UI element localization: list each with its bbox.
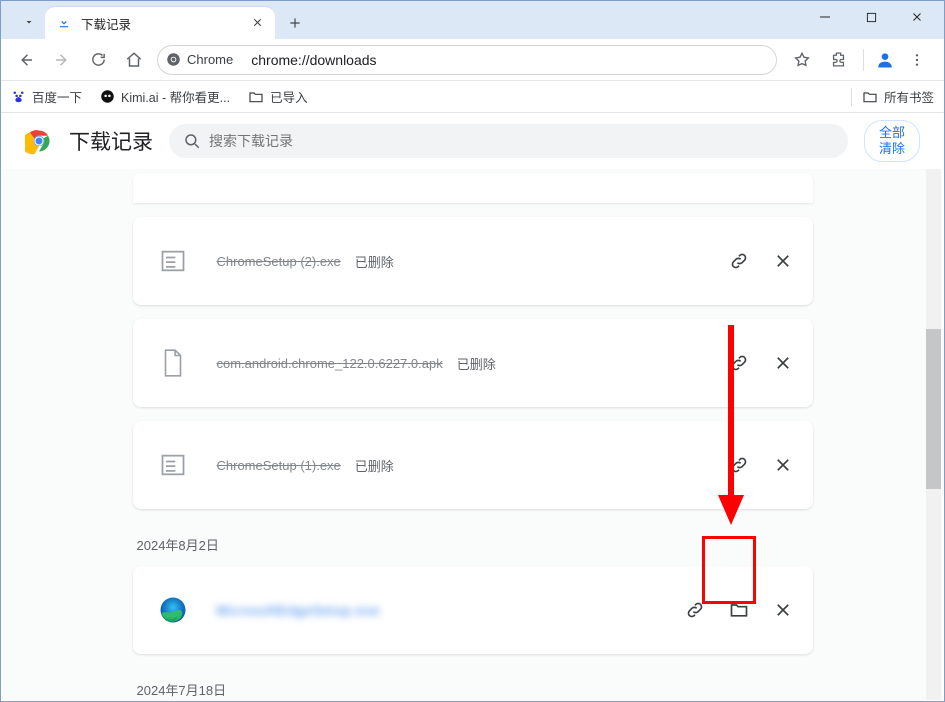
copy-link-button[interactable] xyxy=(721,345,757,381)
generic-file-icon xyxy=(157,245,189,277)
page-header: 下载记录 全部 清除 xyxy=(1,113,944,169)
download-filename[interactable]: MicrosoftEdgeSetup.exe xyxy=(217,603,381,618)
chrome-icon xyxy=(166,52,181,67)
reload-button[interactable] xyxy=(81,43,115,77)
remove-button[interactable] xyxy=(765,447,801,483)
titlebar: 下载记录 xyxy=(1,1,944,39)
download-filename: ChromeSetup (2).exe xyxy=(217,254,341,269)
folder-icon xyxy=(248,89,264,105)
remove-button[interactable] xyxy=(765,345,801,381)
maximize-button[interactable] xyxy=(848,1,894,33)
download-status: 已删除 xyxy=(457,354,496,373)
content: ChromeSetup (2).exe 已删除 com.android.chro… xyxy=(2,169,943,700)
date-header: 2024年7月18日 xyxy=(137,680,813,699)
download-card: ChromeSetup (2).exe 已删除 xyxy=(133,217,813,305)
bookmark-star-button[interactable] xyxy=(785,43,819,77)
minimize-button[interactable] xyxy=(802,1,848,33)
kimi-icon xyxy=(100,89,115,104)
download-filename: com.android.chrome_122.0.6227.0.apk xyxy=(217,356,443,371)
tab-title: 下载记录 xyxy=(81,14,250,33)
download-status: 已删除 xyxy=(355,252,394,271)
bookmark-kimi[interactable]: Kimi.ai - 帮你看更... xyxy=(100,87,230,106)
profile-avatar[interactable] xyxy=(872,47,898,73)
generic-file-icon xyxy=(157,449,189,481)
date-header: 2024年8月2日 xyxy=(137,535,813,554)
tab-search-dropdown[interactable] xyxy=(13,9,45,35)
clear-all-button[interactable]: 全部 清除 xyxy=(864,120,920,163)
divider xyxy=(851,88,852,106)
download-filename: ChromeSetup (1).exe xyxy=(217,458,341,473)
show-in-folder-button[interactable] xyxy=(721,592,757,628)
back-button[interactable] xyxy=(9,43,43,77)
omnibox-url[interactable]: chrome://downloads xyxy=(245,45,777,75)
window-controls xyxy=(802,1,940,33)
copy-link-button[interactable] xyxy=(677,592,713,628)
download-card xyxy=(133,173,813,203)
remove-button[interactable] xyxy=(765,592,801,628)
folder-icon xyxy=(862,89,878,105)
omnibox-chip-label: Chrome xyxy=(187,52,233,67)
file-icon xyxy=(157,347,189,379)
browser-tab[interactable]: 下载记录 xyxy=(45,7,275,39)
window-close-button[interactable] xyxy=(894,1,940,33)
remove-button[interactable] xyxy=(765,243,801,279)
bookmark-baidu[interactable]: 百度一下 xyxy=(11,87,82,106)
menu-button[interactable] xyxy=(900,43,934,77)
chrome-logo-icon xyxy=(25,127,53,155)
download-card: com.android.chrome_122.0.6227.0.apk 已删除 xyxy=(133,319,813,407)
page-title: 下载记录 xyxy=(69,126,153,156)
scrollbar-thumb[interactable] xyxy=(926,329,941,489)
bookmark-folder-imported[interactable]: 已导入 xyxy=(248,87,308,106)
extensions-button[interactable] xyxy=(821,43,855,77)
tab-close-button[interactable] xyxy=(250,13,265,33)
copy-link-button[interactable] xyxy=(721,243,757,279)
download-icon xyxy=(57,15,71,32)
search-box[interactable] xyxy=(169,124,848,158)
search-icon xyxy=(183,132,201,150)
paw-icon xyxy=(11,89,26,104)
new-tab-button[interactable] xyxy=(281,9,309,37)
download-card: ChromeSetup (1).exe 已删除 xyxy=(133,421,813,509)
omnibox[interactable]: Chrome chrome://downloads xyxy=(157,45,777,75)
toolbar: Chrome chrome://downloads xyxy=(1,39,944,81)
divider xyxy=(863,49,864,71)
bookmarks-bar: 百度一下 Kimi.ai - 帮你看更... 已导入 所有书签 xyxy=(1,81,944,113)
download-card: MicrosoftEdgeSetup.exe xyxy=(133,566,813,654)
omnibox-chip: Chrome xyxy=(157,45,245,75)
home-button[interactable] xyxy=(117,43,151,77)
forward-button[interactable] xyxy=(45,43,79,77)
download-status: 已删除 xyxy=(355,456,394,475)
bookmark-all[interactable]: 所有书签 xyxy=(862,87,934,106)
search-input[interactable] xyxy=(209,133,834,149)
edge-icon xyxy=(157,594,189,626)
copy-link-button[interactable] xyxy=(721,447,757,483)
